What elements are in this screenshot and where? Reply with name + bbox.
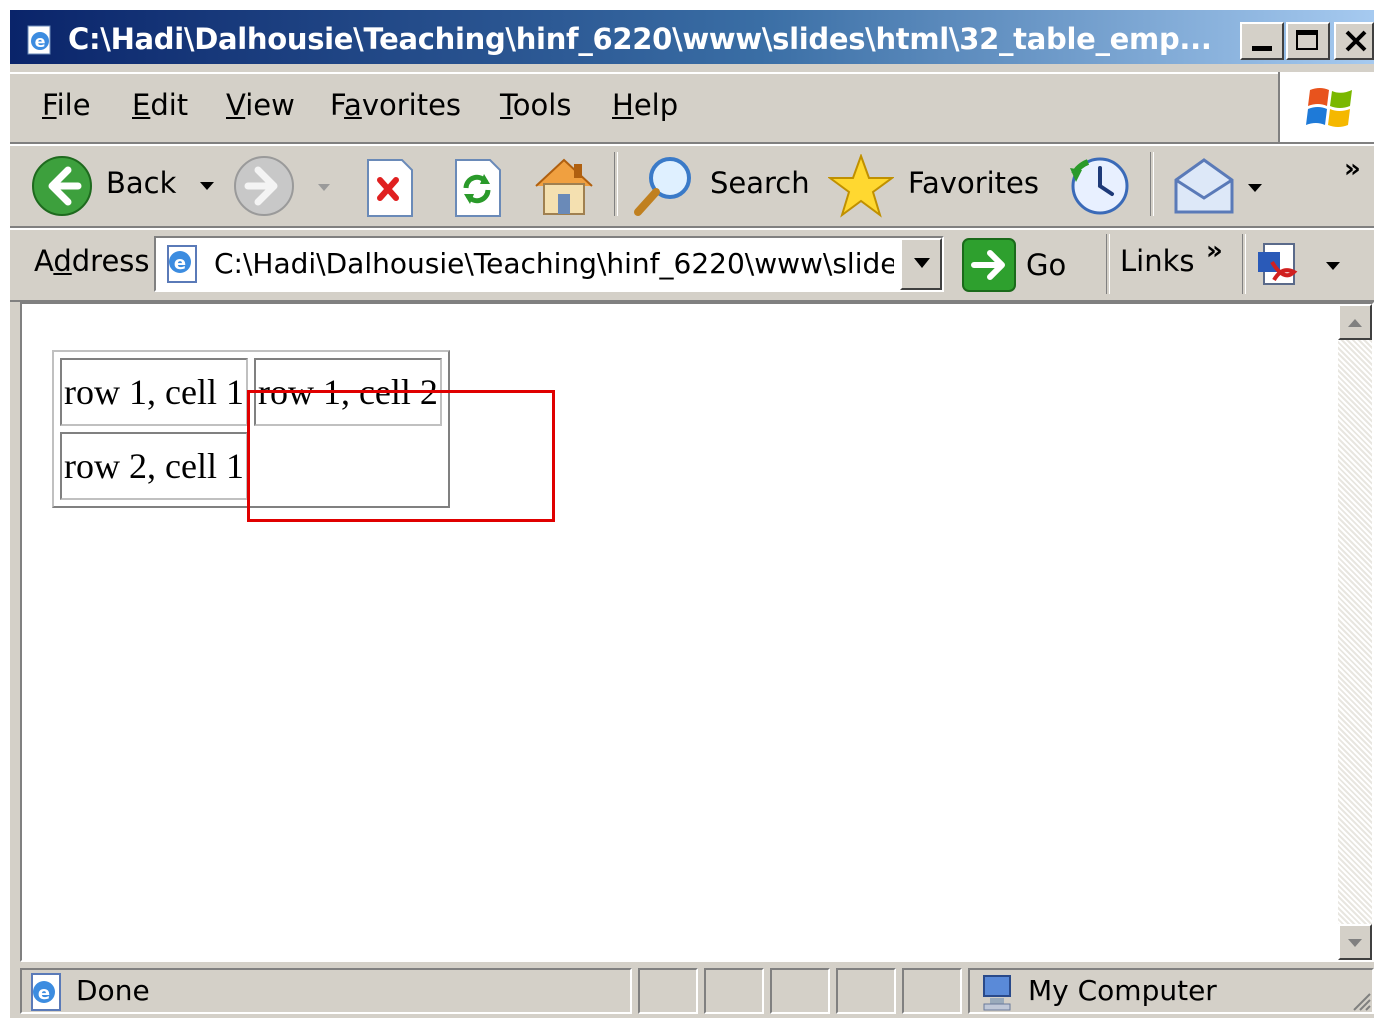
- search-icon: [634, 157, 691, 216]
- windows-logo: [1278, 72, 1374, 142]
- go-arrow-icon: [962, 238, 1016, 292]
- history-button[interactable]: [1064, 154, 1132, 218]
- status-panel: [704, 968, 764, 1014]
- links-label[interactable]: Links: [1120, 244, 1195, 278]
- browser-window: e C:\Hadi\Dalhousie\Teaching\hinf_6220\w…: [10, 10, 1374, 1018]
- status-panel: [638, 968, 698, 1014]
- acrobat-icon: [1258, 243, 1298, 285]
- title-bar: e C:\Hadi\Dalhousie\Teaching\hinf_6220\w…: [10, 10, 1374, 64]
- menu-file[interactable]: File: [42, 88, 91, 122]
- svg-text:e: e: [38, 983, 50, 1004]
- mail-button[interactable]: [1170, 154, 1270, 218]
- status-panel: [770, 968, 830, 1014]
- menu-help[interactable]: Help: [612, 88, 678, 122]
- ie-page-icon: e: [31, 973, 61, 1011]
- status-text: Done: [76, 974, 150, 1007]
- toolbar-separator: [1150, 152, 1154, 216]
- toolbar-separator: [614, 152, 618, 216]
- search-button[interactable]: Search: [632, 154, 812, 218]
- scroll-up-button[interactable]: [1338, 304, 1372, 340]
- computer-icon: [983, 975, 1011, 1011]
- maximize-icon: [1296, 30, 1318, 50]
- favorites-star-icon: [826, 153, 896, 218]
- toolbar-separator: [1106, 234, 1110, 294]
- back-button[interactable]: Back: [30, 154, 220, 218]
- highlight-box: [247, 390, 555, 522]
- address-dropdown-button[interactable]: [900, 238, 942, 290]
- stop-icon: [367, 159, 413, 217]
- page-icon: e: [167, 245, 197, 283]
- mail-dropdown-icon: [1248, 184, 1262, 192]
- status-panel: [902, 968, 962, 1014]
- forward-button[interactable]: [232, 154, 342, 218]
- menu-favorites[interactable]: Favorites: [330, 88, 461, 122]
- status-bar: e Done My Computer: [10, 966, 1374, 1018]
- minimize-icon: [1252, 46, 1272, 51]
- vertical-scrollbar[interactable]: [1338, 304, 1372, 960]
- close-button[interactable]: [1334, 22, 1374, 60]
- menu-bar: File Edit View Favorites Tools Help: [10, 72, 1374, 144]
- ie-page-icon: e: [27, 25, 51, 55]
- chevron-up-icon: [1348, 319, 1362, 327]
- toolbar-separator: [1242, 234, 1246, 294]
- search-label: Search: [710, 166, 810, 200]
- back-dropdown-icon: [200, 182, 214, 190]
- stop-button[interactable]: [362, 158, 416, 218]
- window-title: C:\Hadi\Dalhousie\Teaching\hinf_6220\www…: [68, 22, 1212, 56]
- zone-text: My Computer: [1028, 974, 1217, 1007]
- status-panel: [836, 968, 896, 1014]
- forward-arrow-icon: [234, 156, 294, 216]
- address-field[interactable]: e C:\Hadi\Dalhousie\Teaching\hinf_6220\w…: [154, 236, 944, 292]
- favorites-button[interactable]: Favorites: [826, 153, 1039, 218]
- address-input[interactable]: C:\Hadi\Dalhousie\Teaching\hinf_6220\www…: [214, 238, 894, 290]
- home-button[interactable]: [530, 154, 598, 218]
- menu-view[interactable]: View: [226, 88, 295, 122]
- windows-flag-icon: [1306, 88, 1352, 127]
- refresh-button[interactable]: [450, 158, 504, 218]
- svg-text:e: e: [35, 32, 46, 51]
- scroll-down-button[interactable]: [1338, 924, 1372, 960]
- address-bar: Address e C:\Hadi\Dalhousie\Teaching\hin…: [10, 228, 1374, 302]
- standard-toolbar: Back Search Favorites »: [10, 144, 1374, 228]
- maximize-button[interactable]: [1286, 22, 1330, 60]
- close-icon: [1345, 30, 1367, 52]
- status-main-panel: e Done: [20, 968, 632, 1014]
- links-chevron[interactable]: »: [1206, 236, 1223, 266]
- back-arrow-icon: [32, 156, 92, 216]
- menu-tools[interactable]: Tools: [500, 88, 571, 122]
- mail-icon: [1174, 158, 1234, 214]
- address-label: Address: [34, 244, 150, 278]
- page-viewport[interactable]: row 1, cell 1 row 1, cell 2 row 2, cell …: [20, 302, 1374, 962]
- resize-grip-icon[interactable]: [1348, 988, 1372, 1012]
- table-cell: row 1, cell 1: [60, 358, 248, 426]
- chevron-down-icon: [914, 258, 930, 268]
- refresh-icon: [455, 159, 501, 217]
- toolbar-chevron[interactable]: »: [1344, 154, 1361, 184]
- pdf-dropdown-icon: [1326, 262, 1340, 270]
- svg-text:e: e: [174, 253, 186, 274]
- table-cell: row 2, cell 1: [60, 432, 248, 500]
- pdf-button[interactable]: [1254, 242, 1354, 292]
- status-zone-panel: My Computer: [968, 968, 1374, 1014]
- go-button[interactable]: Go: [962, 238, 1072, 294]
- history-icon: [1070, 157, 1129, 215]
- back-label: Back: [106, 166, 177, 200]
- favorites-label: Favorites: [908, 166, 1039, 200]
- home-icon: [535, 158, 593, 215]
- chevron-down-icon: [1348, 939, 1362, 947]
- menu-edit[interactable]: Edit: [132, 88, 188, 122]
- forward-dropdown-icon: [318, 184, 330, 191]
- go-label: Go: [1026, 248, 1067, 282]
- minimize-button[interactable]: [1240, 22, 1284, 60]
